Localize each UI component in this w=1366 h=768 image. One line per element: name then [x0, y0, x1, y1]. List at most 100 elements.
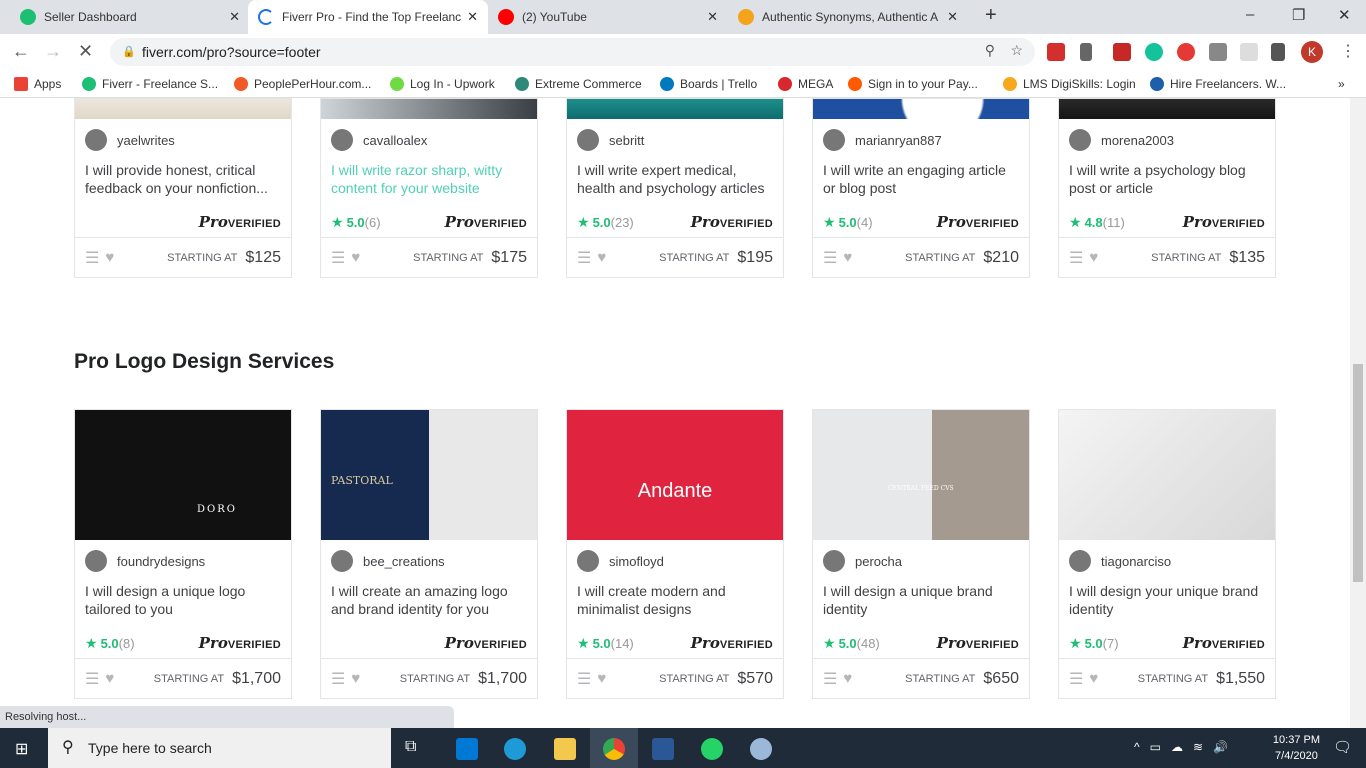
- gig-card[interactable]: DORO foundrydesigns I will design a unique…: [74, 409, 292, 699]
- back-icon[interactable]: ←: [12, 41, 30, 62]
- bookmark-item[interactable]: PeoplePerHour.com...: [234, 77, 371, 91]
- seller-row[interactable]: morena2003: [1059, 119, 1275, 161]
- seller-name[interactable]: cavalloalex: [363, 133, 427, 148]
- seller-avatar[interactable]: [331, 550, 353, 572]
- gig-card[interactable]: Andante simofloyd I will create modern and…: [566, 409, 784, 699]
- gig-title[interactable]: I will create an amazing logo and brand …: [321, 582, 537, 628]
- new-tab-button[interactable]: +: [985, 4, 997, 27]
- seller-avatar[interactable]: [1069, 550, 1091, 572]
- seller-avatar[interactable]: [85, 550, 107, 572]
- tab-1[interactable]: Seller Dashboard ✕: [10, 0, 250, 34]
- forward-icon[interactable]: →: [44, 41, 62, 62]
- seller-row[interactable]: tiagonarciso: [1059, 540, 1275, 582]
- gig-thumbnail[interactable]: [75, 99, 291, 119]
- collections-menu-icon[interactable]: ☰: [331, 248, 345, 268]
- bookmark-item[interactable]: Log In - Upwork: [390, 77, 495, 91]
- extension-grammarly-icon[interactable]: [1145, 43, 1163, 61]
- seller-row[interactable]: bee_creations: [321, 540, 537, 582]
- gig-thumbnail[interactable]: CENTRAL FEED CVS: [813, 410, 1029, 540]
- extension-pokeball-icon[interactable]: [1177, 43, 1195, 61]
- stop-loading-icon[interactable]: ✕: [78, 41, 93, 62]
- gig-card[interactable]: PASTORAL bee_creations I will create an am…: [320, 409, 538, 699]
- clock[interactable]: 10:37 PM 7/4/2020: [1273, 732, 1320, 764]
- gig-card[interactable]: morena2003 I will write a psychology blog…: [1058, 98, 1276, 278]
- menu-kebab-icon[interactable]: ⋮: [1340, 41, 1356, 61]
- task-view-icon[interactable]: ⧉: [405, 738, 427, 760]
- gig-thumbnail[interactable]: [1059, 410, 1275, 540]
- system-tray-icons[interactable]: ^▭☁≋🔊: [1134, 740, 1238, 754]
- seller-row[interactable]: foundrydesigns: [75, 540, 291, 582]
- collections-menu-icon[interactable]: ☰: [823, 669, 837, 689]
- favorite-heart-icon[interactable]: ♥: [597, 249, 606, 266]
- windows-start-icon[interactable]: ⊞: [15, 739, 28, 759]
- notifications-icon[interactable]: 🗨: [1333, 738, 1352, 756]
- extension-lastpass-icon[interactable]: [1047, 43, 1065, 61]
- tab-close-icon[interactable]: ✕: [947, 9, 958, 25]
- gig-price[interactable]: $1,700: [232, 670, 281, 688]
- mail-icon[interactable]: [456, 738, 478, 760]
- seller-avatar[interactable]: [823, 550, 845, 572]
- taskbar-search[interactable]: ⚲ Type here to search: [48, 728, 391, 768]
- close-window-button[interactable]: ✕: [1338, 6, 1351, 24]
- tab-close-icon[interactable]: ✕: [707, 9, 718, 25]
- gig-card[interactable]: CENTRAL FEED CVS perocha I will design a u…: [812, 409, 1030, 699]
- favorite-heart-icon[interactable]: ♥: [105, 249, 114, 266]
- gig-price[interactable]: $570: [737, 670, 773, 688]
- bookmark-item[interactable]: LMS DigiSkills: Login: [1003, 77, 1136, 91]
- gig-title[interactable]: I will write expert medical, health and …: [567, 161, 783, 207]
- gig-thumbnail[interactable]: [567, 99, 783, 119]
- gig-card[interactable]: yaelwrites I will provide honest, critica…: [74, 98, 292, 278]
- seller-avatar[interactable]: [331, 129, 353, 151]
- gig-card[interactable]: sebritt I will write expert medical, heal…: [566, 98, 784, 278]
- more-bookmarks-icon[interactable]: »: [1338, 77, 1345, 91]
- tab-4[interactable]: Authentic Synonyms, Authentic A ✕: [728, 0, 968, 34]
- gig-price[interactable]: $125: [245, 249, 281, 267]
- extension-red-icon[interactable]: [1113, 43, 1131, 61]
- gig-price[interactable]: $1,700: [478, 670, 527, 688]
- word-icon[interactable]: [652, 738, 674, 760]
- gig-title[interactable]: I will design a unique brand identity: [813, 582, 1029, 628]
- zoom-icon[interactable]: ⚲: [985, 42, 995, 59]
- gig-title[interactable]: I will write razor sharp, witty content …: [321, 161, 537, 207]
- gig-title[interactable]: I will write a psychology blog post or a…: [1059, 161, 1275, 207]
- seller-name[interactable]: yaelwrites: [117, 133, 175, 148]
- seller-name[interactable]: perocha: [855, 554, 902, 569]
- seller-row[interactable]: marianryan887: [813, 119, 1029, 161]
- favorite-heart-icon[interactable]: ♥: [1089, 249, 1098, 266]
- seller-name[interactable]: sebritt: [609, 133, 644, 148]
- profile-avatar[interactable]: K: [1301, 41, 1323, 63]
- favorite-heart-icon[interactable]: ♥: [105, 670, 114, 687]
- gig-price[interactable]: $175: [491, 249, 527, 267]
- seller-name[interactable]: morena2003: [1101, 133, 1174, 148]
- gig-price[interactable]: $135: [1229, 249, 1265, 267]
- extension-wave-icon[interactable]: [1240, 43, 1258, 61]
- gig-thumbnail[interactable]: [1059, 99, 1275, 119]
- collections-menu-icon[interactable]: ☰: [85, 669, 99, 689]
- collections-menu-icon[interactable]: ☰: [577, 669, 591, 689]
- gig-card[interactable]: marianryan887 I will write an engaging ar…: [812, 98, 1030, 278]
- extension-eyedropper-icon[interactable]: [1080, 43, 1092, 61]
- maximize-button[interactable]: ❐: [1292, 6, 1305, 24]
- gig-thumbnail[interactable]: DORO: [75, 410, 291, 540]
- seller-row[interactable]: yaelwrites: [75, 119, 291, 161]
- seller-name[interactable]: foundrydesigns: [117, 554, 205, 569]
- seller-avatar[interactable]: [577, 550, 599, 572]
- collections-menu-icon[interactable]: ☰: [823, 248, 837, 268]
- collections-menu-icon[interactable]: ☰: [85, 248, 99, 268]
- favorite-heart-icon[interactable]: ♥: [351, 249, 360, 266]
- bookmark-item[interactable]: Apps: [14, 77, 61, 91]
- extension-gray-icon[interactable]: [1209, 43, 1227, 61]
- collections-menu-icon[interactable]: ☰: [331, 669, 345, 689]
- seller-name[interactable]: marianryan887: [855, 133, 942, 148]
- gig-title[interactable]: I will design a unique logo tailored to …: [75, 582, 291, 628]
- extensions-puzzle-icon[interactable]: [1271, 43, 1285, 61]
- bookmark-item[interactable]: Extreme Commerce: [515, 77, 642, 91]
- bookmark-item[interactable]: MEGA: [778, 77, 833, 91]
- file-explorer-icon[interactable]: [554, 738, 576, 760]
- collections-menu-icon[interactable]: ☰: [1069, 669, 1083, 689]
- tab-2[interactable]: Fiverr Pro - Find the Top Freelanc ✕: [248, 0, 488, 34]
- gig-price[interactable]: $650: [983, 670, 1019, 688]
- gig-title[interactable]: I will write an engaging article or blog…: [813, 161, 1029, 207]
- tab-close-icon[interactable]: ✕: [229, 9, 240, 25]
- paint-icon[interactable]: [750, 738, 772, 760]
